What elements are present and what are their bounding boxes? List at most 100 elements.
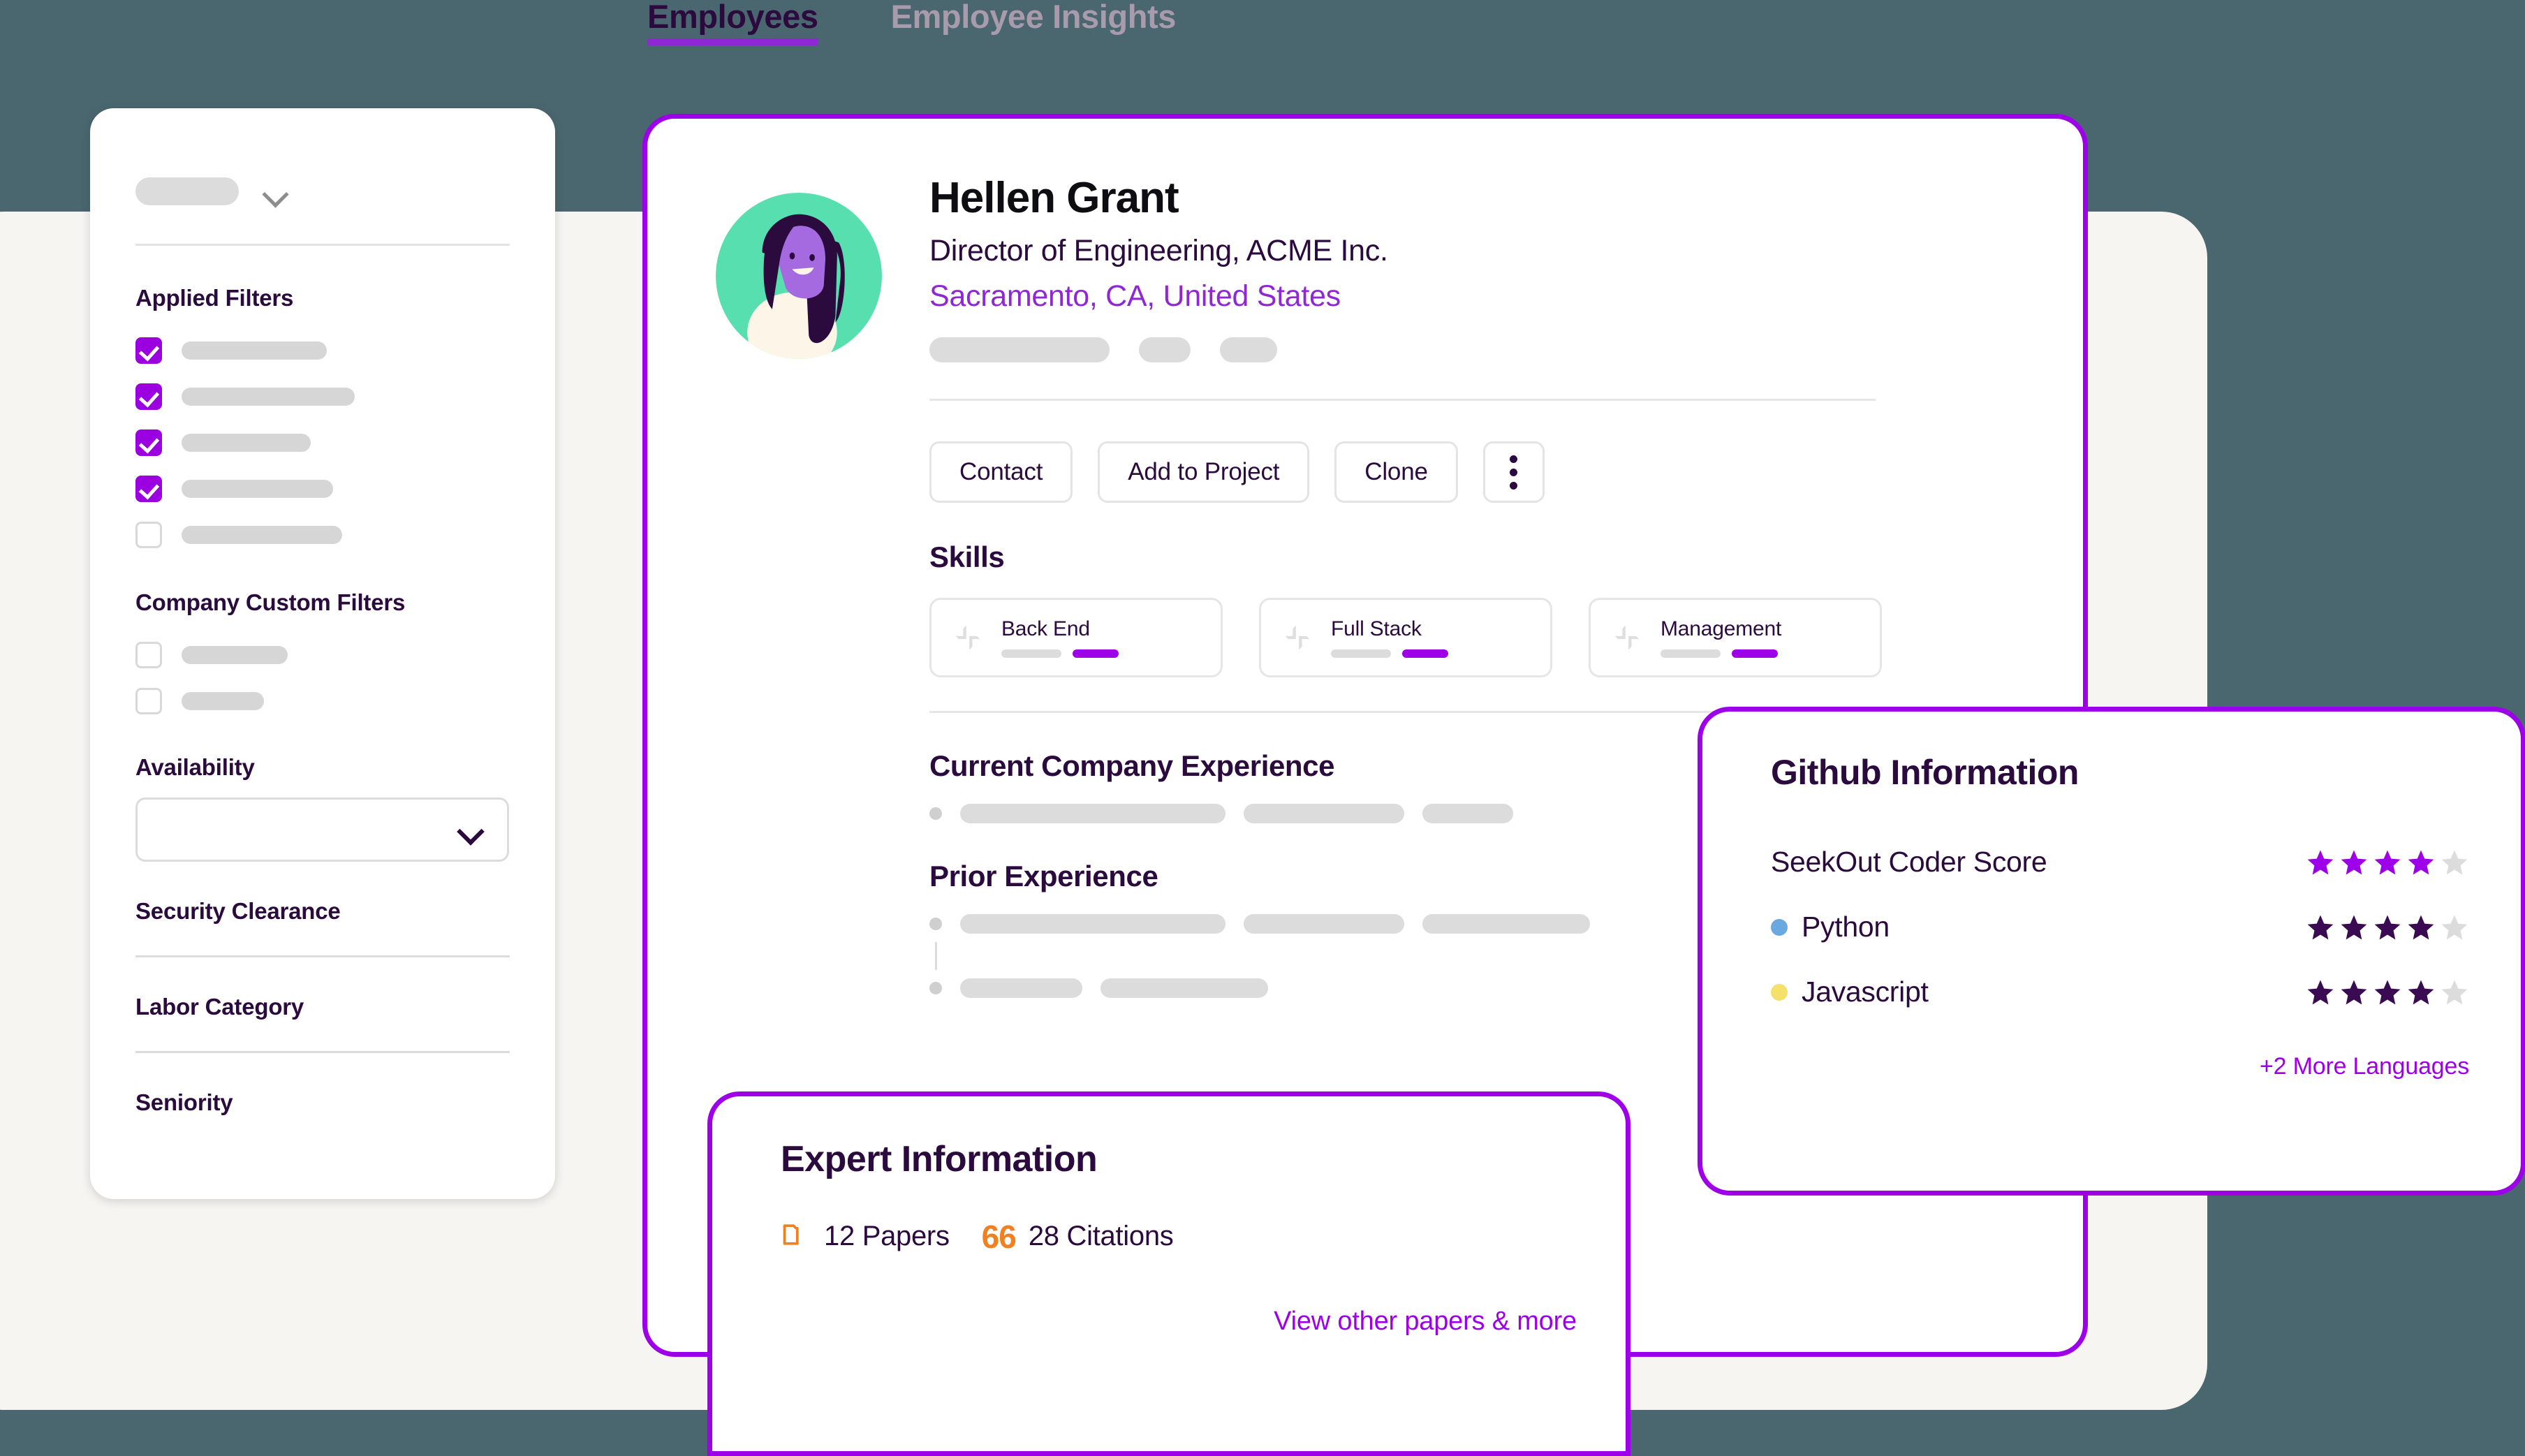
checkbox-checked[interactable] xyxy=(135,337,162,364)
javascript-color-dot-icon xyxy=(1771,983,1788,1001)
seniority-heading: Seniority xyxy=(135,1089,233,1115)
company-custom-filters-heading: Company Custom Filters xyxy=(135,589,406,615)
star-empty-icon xyxy=(2441,850,2468,874)
citations-count: 28 Citations xyxy=(1028,1221,1174,1251)
folder-icon xyxy=(781,1219,811,1253)
filter-label-skeleton xyxy=(182,646,288,664)
skill-bar-empty xyxy=(1001,649,1061,659)
star-filled-icon xyxy=(2341,980,2367,1004)
clone-button[interactable]: Clone xyxy=(1334,441,1458,503)
contact-button[interactable]: Contact xyxy=(929,441,1073,503)
checkbox-checked[interactable] xyxy=(135,383,162,410)
labor-category-heading: Labor Category xyxy=(135,994,304,1020)
filter-label-skeleton xyxy=(182,480,333,498)
expert-stats: 12 Papers 66 28 Citations xyxy=(781,1219,1577,1253)
star-filled-icon xyxy=(2374,915,2401,939)
sidebar-divider xyxy=(135,244,510,246)
filter-row[interactable] xyxy=(135,335,510,366)
skill-bar-filled xyxy=(1073,649,1119,659)
sidebar-section-security-clearance[interactable]: Security Clearance xyxy=(135,898,510,957)
person-name: Hellen Grant xyxy=(929,174,1179,222)
skill-card[interactable]: Full Stack xyxy=(1259,598,1552,678)
filter-row[interactable] xyxy=(135,381,510,412)
person-location[interactable]: Sacramento, CA, United States xyxy=(929,279,1956,314)
skill-bar-filled xyxy=(1732,649,1778,659)
timeline-dot-icon xyxy=(929,807,942,821)
filter-row[interactable] xyxy=(135,520,510,550)
meta-chip-skeleton xyxy=(1220,337,1277,363)
checkbox-unchecked[interactable] xyxy=(135,688,162,714)
kebab-dot-icon xyxy=(1510,481,1518,490)
skill-label: Back End xyxy=(1001,617,1090,641)
filter-row[interactable] xyxy=(135,640,510,670)
papers-count: 12 Papers xyxy=(824,1221,950,1251)
expert-information-card: Expert Information 12 Papers 66 28 Citat… xyxy=(707,1091,1630,1456)
papers-stat: 12 Papers xyxy=(781,1219,950,1253)
add-to-project-button[interactable]: Add to Project xyxy=(1098,441,1310,503)
coder-score-stars xyxy=(2306,848,2469,877)
star-filled-icon xyxy=(2307,915,2334,939)
kebab-dot-icon xyxy=(1510,468,1518,476)
timeline-dot-icon xyxy=(929,918,942,931)
avatar xyxy=(716,193,882,359)
javascript-stars xyxy=(2306,978,2469,1007)
view-other-papers-link[interactable]: View other papers & more xyxy=(781,1307,1577,1337)
filter-label-skeleton xyxy=(182,341,327,360)
language-row-python: Python xyxy=(1771,911,2469,943)
filter-row[interactable] xyxy=(135,686,510,716)
coder-score-label: SeekOut Coder Score xyxy=(1771,846,2047,878)
filter-row[interactable] xyxy=(135,473,510,504)
experience-skeleton xyxy=(960,804,1225,824)
checkbox-checked[interactable] xyxy=(135,429,162,456)
github-information-card: Github Information SeekOut Coder Score P… xyxy=(1698,707,2525,1196)
company-custom-filters-list xyxy=(135,640,510,716)
skill-card[interactable]: Management xyxy=(1589,598,1882,678)
star-filled-icon xyxy=(2341,915,2367,939)
chevron-down-icon[interactable] xyxy=(261,178,288,205)
javascript-label: Javascript xyxy=(1802,976,1929,1008)
filter-sidebar: Applied Filters Company Custom Filters A… xyxy=(90,108,555,1199)
star-filled-icon xyxy=(2341,850,2367,874)
chevron-down-icon xyxy=(459,821,480,841)
star-filled-icon xyxy=(2408,850,2434,874)
sidebar-section-labor-category[interactable]: Labor Category xyxy=(135,994,510,1053)
skill-bar-empty xyxy=(1661,649,1721,659)
checkbox-unchecked[interactable] xyxy=(135,642,162,668)
skill-bar-empty xyxy=(1331,649,1391,659)
star-filled-icon xyxy=(2374,980,2401,1004)
filter-label-skeleton xyxy=(182,526,342,544)
applied-filters-heading: Applied Filters xyxy=(135,285,294,311)
skill-level-bar xyxy=(1661,649,1781,659)
tab-employees[interactable]: Employees xyxy=(647,0,818,45)
sidebar-section-seniority[interactable]: Seniority xyxy=(135,1089,510,1116)
meta-chips xyxy=(929,337,1956,363)
more-languages-link[interactable]: +2 More Languages xyxy=(1771,1053,2469,1080)
star-filled-icon xyxy=(2307,850,2334,874)
pinwheel-icon xyxy=(1279,619,1316,656)
github-information-heading: Github Information xyxy=(1771,753,2079,792)
python-stars xyxy=(2306,913,2469,942)
checkbox-checked[interactable] xyxy=(135,476,162,502)
more-actions-button[interactable] xyxy=(1482,441,1545,503)
experience-skeleton xyxy=(1100,978,1268,999)
skill-card[interactable]: Back End xyxy=(929,598,1223,678)
action-button-row: Contact Add to Project Clone xyxy=(929,441,1956,503)
filter-label-skeleton xyxy=(182,388,355,406)
sidebar-select-placeholder xyxy=(135,177,239,205)
security-clearance-heading: Security Clearance xyxy=(135,898,341,924)
skills-heading: Skills xyxy=(929,541,1005,574)
experience-skeleton xyxy=(1422,914,1590,934)
star-empty-icon xyxy=(2441,915,2468,939)
sidebar-select-row[interactable] xyxy=(135,170,510,213)
availability-heading: Availability xyxy=(135,754,255,780)
experience-skeleton xyxy=(1244,914,1404,934)
skills-row: Back End Full Stack Management xyxy=(929,598,1956,678)
checkbox-unchecked[interactable] xyxy=(135,522,162,548)
availability-select[interactable] xyxy=(135,797,509,862)
experience-skeleton xyxy=(1244,804,1404,824)
tab-employee-insights[interactable]: Employee Insights xyxy=(891,0,1177,45)
header-divider xyxy=(929,399,1876,402)
filter-row[interactable] xyxy=(135,427,510,458)
star-empty-icon xyxy=(2441,980,2468,1004)
experience-skeleton xyxy=(960,978,1082,999)
